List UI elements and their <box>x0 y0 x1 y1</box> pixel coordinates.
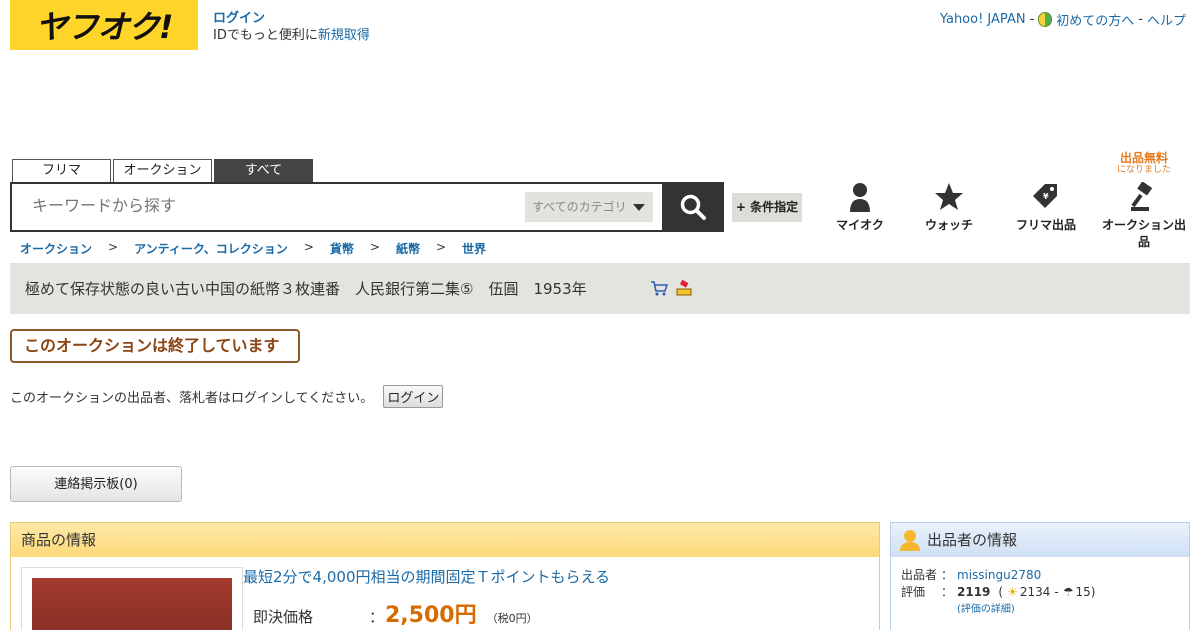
nav-watch[interactable]: ウォッチ <box>904 180 994 233</box>
auction-ended-notice: このオークションは終了しています <box>10 329 300 363</box>
price-colon: ： <box>369 608 385 626</box>
rating-total: 2119 <box>957 585 991 599</box>
auction-hammer-icon <box>676 279 692 296</box>
chevron-down-icon <box>633 204 645 211</box>
first-time-link[interactable]: 初めての方へ <box>1056 10 1134 29</box>
breadcrumb-separator: > <box>435 240 447 254</box>
seller-info-body: 出品者： missingu2780 評価： 2119 ( ☀ 2134 - ☂ … <box>891 557 1189 628</box>
cart-icon <box>651 281 668 296</box>
breadcrumb-banknotes[interactable]: 紙幣 <box>396 240 420 257</box>
seller-name-row: 出品者： missingu2780 <box>901 567 1042 584</box>
breadcrumb-antique[interactable]: アンティーク、コレクション <box>134 240 288 257</box>
beginner-leaf-icon <box>1038 12 1053 27</box>
tab-flea-market[interactable]: フリマ <box>12 159 111 182</box>
tab-all[interactable]: すべて <box>214 159 313 182</box>
gavel-icon <box>1131 182 1153 211</box>
seller-info-heading: 出品者の情報 <box>891 523 1189 557</box>
free-listing-badge: 出品無料 になりました <box>1116 151 1171 175</box>
nav-auction-listing[interactable]: オークション出品 <box>1099 180 1189 250</box>
buy-now-price-row: 即決価格 ： 2,500円 （税0円） <box>253 597 538 629</box>
person-icon <box>850 183 870 212</box>
breadcrumb-currency[interactable]: 貨幣 <box>330 240 354 257</box>
rating-detail-link[interactable]: (評価の詳細) <box>901 601 1179 618</box>
price-tag-icon: ¥ <box>1033 184 1057 208</box>
breadcrumb-separator: > <box>108 240 119 254</box>
login-notice: このオークションの出品者、落札者はログインしてください。 ログイン <box>10 385 444 408</box>
svg-text:¥: ¥ <box>1043 192 1049 201</box>
banknote-image <box>32 578 232 630</box>
yahuoku-logo[interactable]: ヤフオク! <box>10 0 198 50</box>
search-input[interactable] <box>32 196 502 215</box>
price-label: 即決価格 <box>253 608 314 626</box>
register-link[interactable]: 新規取得 <box>318 28 370 43</box>
seller-name-link[interactable]: missingu2780 <box>957 567 1041 584</box>
yahoo-japan-link[interactable]: Yahoo! JAPAN <box>940 12 1026 27</box>
top-links: Yahoo! JAPAN - 初めての方へ - ヘルプ <box>940 10 1186 29</box>
item-title: 極めて保存状態の良い古い中国の紙幣３枚連番 人民銀行第二集⑤ 伍圓 1953年 <box>25 280 587 298</box>
rating-bad: 15 <box>1075 585 1091 599</box>
condition-button[interactable]: + 条件指定 <box>732 193 802 222</box>
help-link[interactable]: ヘルプ <box>1147 10 1186 29</box>
buy-now-price: 2,500円 <box>385 603 477 628</box>
star-icon <box>935 183 963 210</box>
product-info-panel: 商品の情報 最短2分で4,000円相当の期間固定Ｔポイントもらえる 即決価格 ：… <box>10 522 880 630</box>
login-area: ログイン IDでもっと便利に新規取得 <box>213 10 370 44</box>
login-sub-text: IDでもっと便利に <box>213 28 318 43</box>
tax-note: （税0円） <box>486 612 538 625</box>
item-title-bar: 極めて保存状態の良い古い中国の紙幣３枚連番 人民銀行第二集⑤ 伍圓 1953年 <box>10 263 1190 314</box>
search-icon <box>680 194 706 220</box>
product-info-heading: 商品の情報 <box>11 523 879 557</box>
search-tabs: フリマ オークション すべて <box>12 159 313 182</box>
breadcrumb: オークション > アンティーク、コレクション > 貨幣 > 紙幣 > 世界 <box>20 240 486 257</box>
search-button[interactable] <box>662 182 724 232</box>
login-button[interactable]: ログイン <box>383 385 444 408</box>
breadcrumb-world[interactable]: 世界 <box>462 240 486 257</box>
rain-icon: ☂ <box>1062 585 1074 599</box>
product-thumbnail[interactable] <box>21 567 243 630</box>
sun-icon: ☀ <box>1007 585 1018 599</box>
contact-board-button[interactable]: 連絡掲示板(0) <box>10 466 182 502</box>
category-select[interactable]: すべてのカテゴリ <box>525 192 653 222</box>
search-bar: すべてのカテゴリ <box>10 182 664 232</box>
separator: - <box>1138 12 1143 27</box>
login-link[interactable]: ログイン <box>213 11 265 26</box>
seller-avatar-icon <box>900 530 920 551</box>
nav-flea-listing[interactable]: ¥ フリマ出品 <box>1001 180 1091 233</box>
breadcrumb-separator: > <box>369 240 380 254</box>
seller-info-panel: 出品者の情報 出品者： missingu2780 評価： 2119 ( ☀ 21… <box>890 522 1190 630</box>
breadcrumb-auction[interactable]: オークション <box>20 240 92 257</box>
tpoint-promo-link[interactable]: 最短2分で4,000円相当の期間固定Ｔポイントもらえる <box>243 566 610 587</box>
separator: - <box>1029 12 1035 27</box>
rating-good: 2134 <box>1019 585 1051 599</box>
seller-rating-row: 評価： 2119 ( ☀ 2134 - ☂ 15 ) <box>901 585 1096 599</box>
breadcrumb-separator: > <box>303 240 314 254</box>
nav-my-auction[interactable]: マイオク <box>815 180 905 233</box>
tab-auction[interactable]: オークション <box>113 159 212 182</box>
